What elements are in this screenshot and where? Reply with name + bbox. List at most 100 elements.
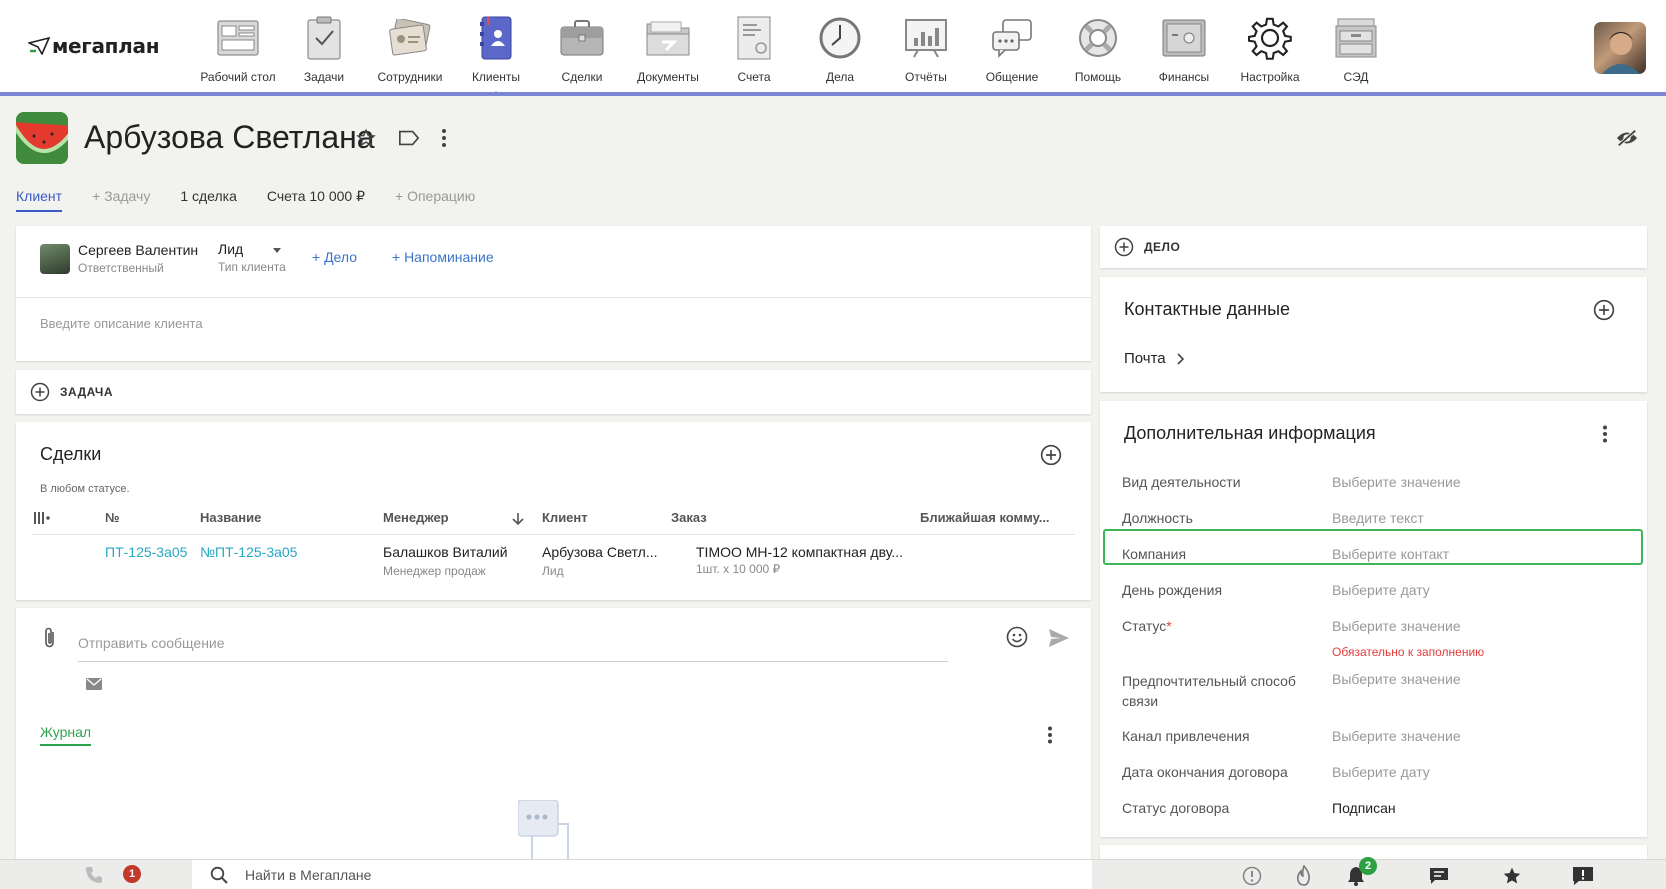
nav-deals[interactable]: Сделки [539,14,625,84]
send-icon[interactable] [1048,628,1070,648]
col-name[interactable]: Название [200,510,261,525]
field-birthday-date[interactable]: Выберите дату [1332,582,1430,598]
email-icon[interactable] [86,678,102,690]
add-case-label: ДЕЛО [1144,240,1181,254]
column-settings-icon[interactable] [34,511,50,525]
messages-icon[interactable] [1429,867,1449,885]
field-position-input[interactable]: Введите текст [1332,510,1424,526]
fire-icon[interactable] [1295,865,1313,887]
field-contract-status-select[interactable]: Подписан [1332,800,1396,816]
nav-label: Настройка [1240,70,1300,84]
add-reminder-link[interactable]: + Напоминание [392,249,494,265]
nav-label: Помощь [1074,70,1122,84]
nav-help[interactable]: Помощь [1055,14,1141,84]
nav-documents[interactable]: Документы [625,14,711,84]
calls-badge[interactable]: 1 [123,865,141,883]
responsible-name[interactable]: Сергеев Валентин [78,242,198,258]
deal-client[interactable]: Арбузова Светл... [542,544,658,560]
client-description-input[interactable]: Введите описание клиента [40,316,203,331]
nav-finance[interactable]: Финансы [1141,14,1227,84]
contact-email-row[interactable]: Почта [1124,350,1184,367]
favorites-star-icon[interactable] [1502,866,1522,886]
user-avatar[interactable] [1594,22,1646,74]
required-note: Обязательно к заполнению [1332,645,1485,659]
nav-employees[interactable]: Сотрудники [367,14,453,84]
message-input[interactable]: Отправить сообщение [78,622,948,662]
archive-cabinet-icon [1333,14,1379,62]
search-input[interactable]: Найти в Мегаплане [245,867,371,883]
tab-journal[interactable]: Журнал [40,724,92,746]
add-case-link[interactable]: + Дело [312,249,357,265]
add-case-card[interactable]: ДЕЛО [1100,226,1647,268]
empty-chat-illustration-icon [518,800,598,860]
phone-icon[interactable] [85,866,103,884]
notifications-badge[interactable]: 2 [1359,857,1377,875]
field-company-select[interactable]: Выберите контакт [1332,546,1449,562]
paperclip-icon[interactable] [43,626,57,650]
field-label-company: Компания [1122,546,1187,562]
field-acquisition-channel-select[interactable]: Выберите значение [1332,728,1461,744]
more-vertical-icon[interactable] [1047,726,1053,744]
deal-name-link[interactable]: №ПТ-125-3а05 [200,544,297,560]
field-contract-end-date[interactable]: Выберите дату [1332,764,1430,780]
responsible-avatar[interactable] [40,244,70,274]
star-icon[interactable] [356,128,376,148]
nav-label: Клиенты [471,70,521,84]
tab-add-task[interactable]: + Задачу [92,188,150,212]
deal-manager[interactable]: Балашков Виталий [383,544,508,560]
sort-arrow-down-icon[interactable] [512,512,524,526]
nav-label: Отчёты [905,70,947,84]
nav-communication[interactable]: Общение [969,14,1055,84]
nav-desktop[interactable]: Рабочий стол [195,14,281,84]
nav-invoices[interactable]: Счета [711,14,797,84]
tab-invoices[interactable]: Счета 10 000 ₽ [267,188,365,212]
client-avatar[interactable] [16,112,68,164]
nav-clients[interactable]: Клиенты [453,14,539,96]
tab-deals-count[interactable]: 1 сделка [180,188,237,212]
more-vertical-icon[interactable] [440,128,448,148]
nav-tasks[interactable]: Задачи [281,14,367,84]
deal-number-link[interactable]: ПТ-125-3а05 [105,544,187,560]
alert-circle-icon[interactable] [1242,866,1262,886]
field-label-contact-method: Предпочтительный способ связи [1122,673,1296,709]
col-manager[interactable]: Менеджер [383,510,449,525]
feedback-icon[interactable] [1572,866,1594,886]
add-contact-plus-icon[interactable] [1593,299,1615,321]
col-number[interactable]: № [105,510,120,525]
emoji-icon[interactable] [1006,626,1028,648]
megaplan-logo[interactable]: мегаплан [28,34,160,58]
field-contact-method-select[interactable]: Выберите значение [1332,671,1461,687]
field-status-select[interactable]: Выберите значение [1332,618,1461,634]
add-case-button[interactable]: ДЕЛО [1114,237,1180,257]
nav-settings[interactable]: Настройка [1227,14,1313,84]
nav-reports[interactable]: Отчёты [883,14,969,84]
tasks-clipboard-icon [301,14,347,62]
chevron-down-icon[interactable] [273,248,281,253]
col-order[interactable]: Заказ [671,510,707,525]
global-search[interactable]: Найти в Мегаплане [192,860,1092,889]
nav-label: Счета [737,70,771,84]
nav-cases[interactable]: Дела [797,14,883,84]
tab-client[interactable]: Клиент [16,188,63,212]
add-task-button[interactable]: ЗАДАЧА [30,382,113,402]
add-deal-plus-icon[interactable] [1040,444,1062,466]
deals-status-filter[interactable]: В любом статусе. [40,483,130,495]
message-journal-card: Отправить сообщение Журнал [16,608,1091,860]
field-activity-select[interactable]: Выберите значение [1332,474,1461,490]
field-label-activity: Вид деятельности [1122,474,1241,490]
deal-order[interactable]: TIMOO MH-12 компактная дву... [696,544,903,560]
plus-circle-icon [30,382,50,402]
col-client[interactable]: Клиент [542,510,588,525]
deals-title: Сделки [40,444,102,464]
nav-edms[interactable]: СЭД [1313,14,1399,84]
more-vertical-icon[interactable] [1602,425,1608,443]
client-type-select[interactable]: Лид [218,241,243,257]
tab-add-operation[interactable]: + Операцию [395,188,475,212]
field-label-acquisition-channel: Канал привлечения [1122,728,1250,744]
add-task-card[interactable]: ЗАДАЧА [16,370,1091,414]
label-tag-icon[interactable] [398,128,420,148]
deal-manager-role: Менеджер продаж [383,564,486,578]
col-next-communication[interactable]: Ближайшая комму... [920,510,1050,525]
eye-off-icon[interactable] [1616,128,1638,148]
search-icon [210,866,228,884]
